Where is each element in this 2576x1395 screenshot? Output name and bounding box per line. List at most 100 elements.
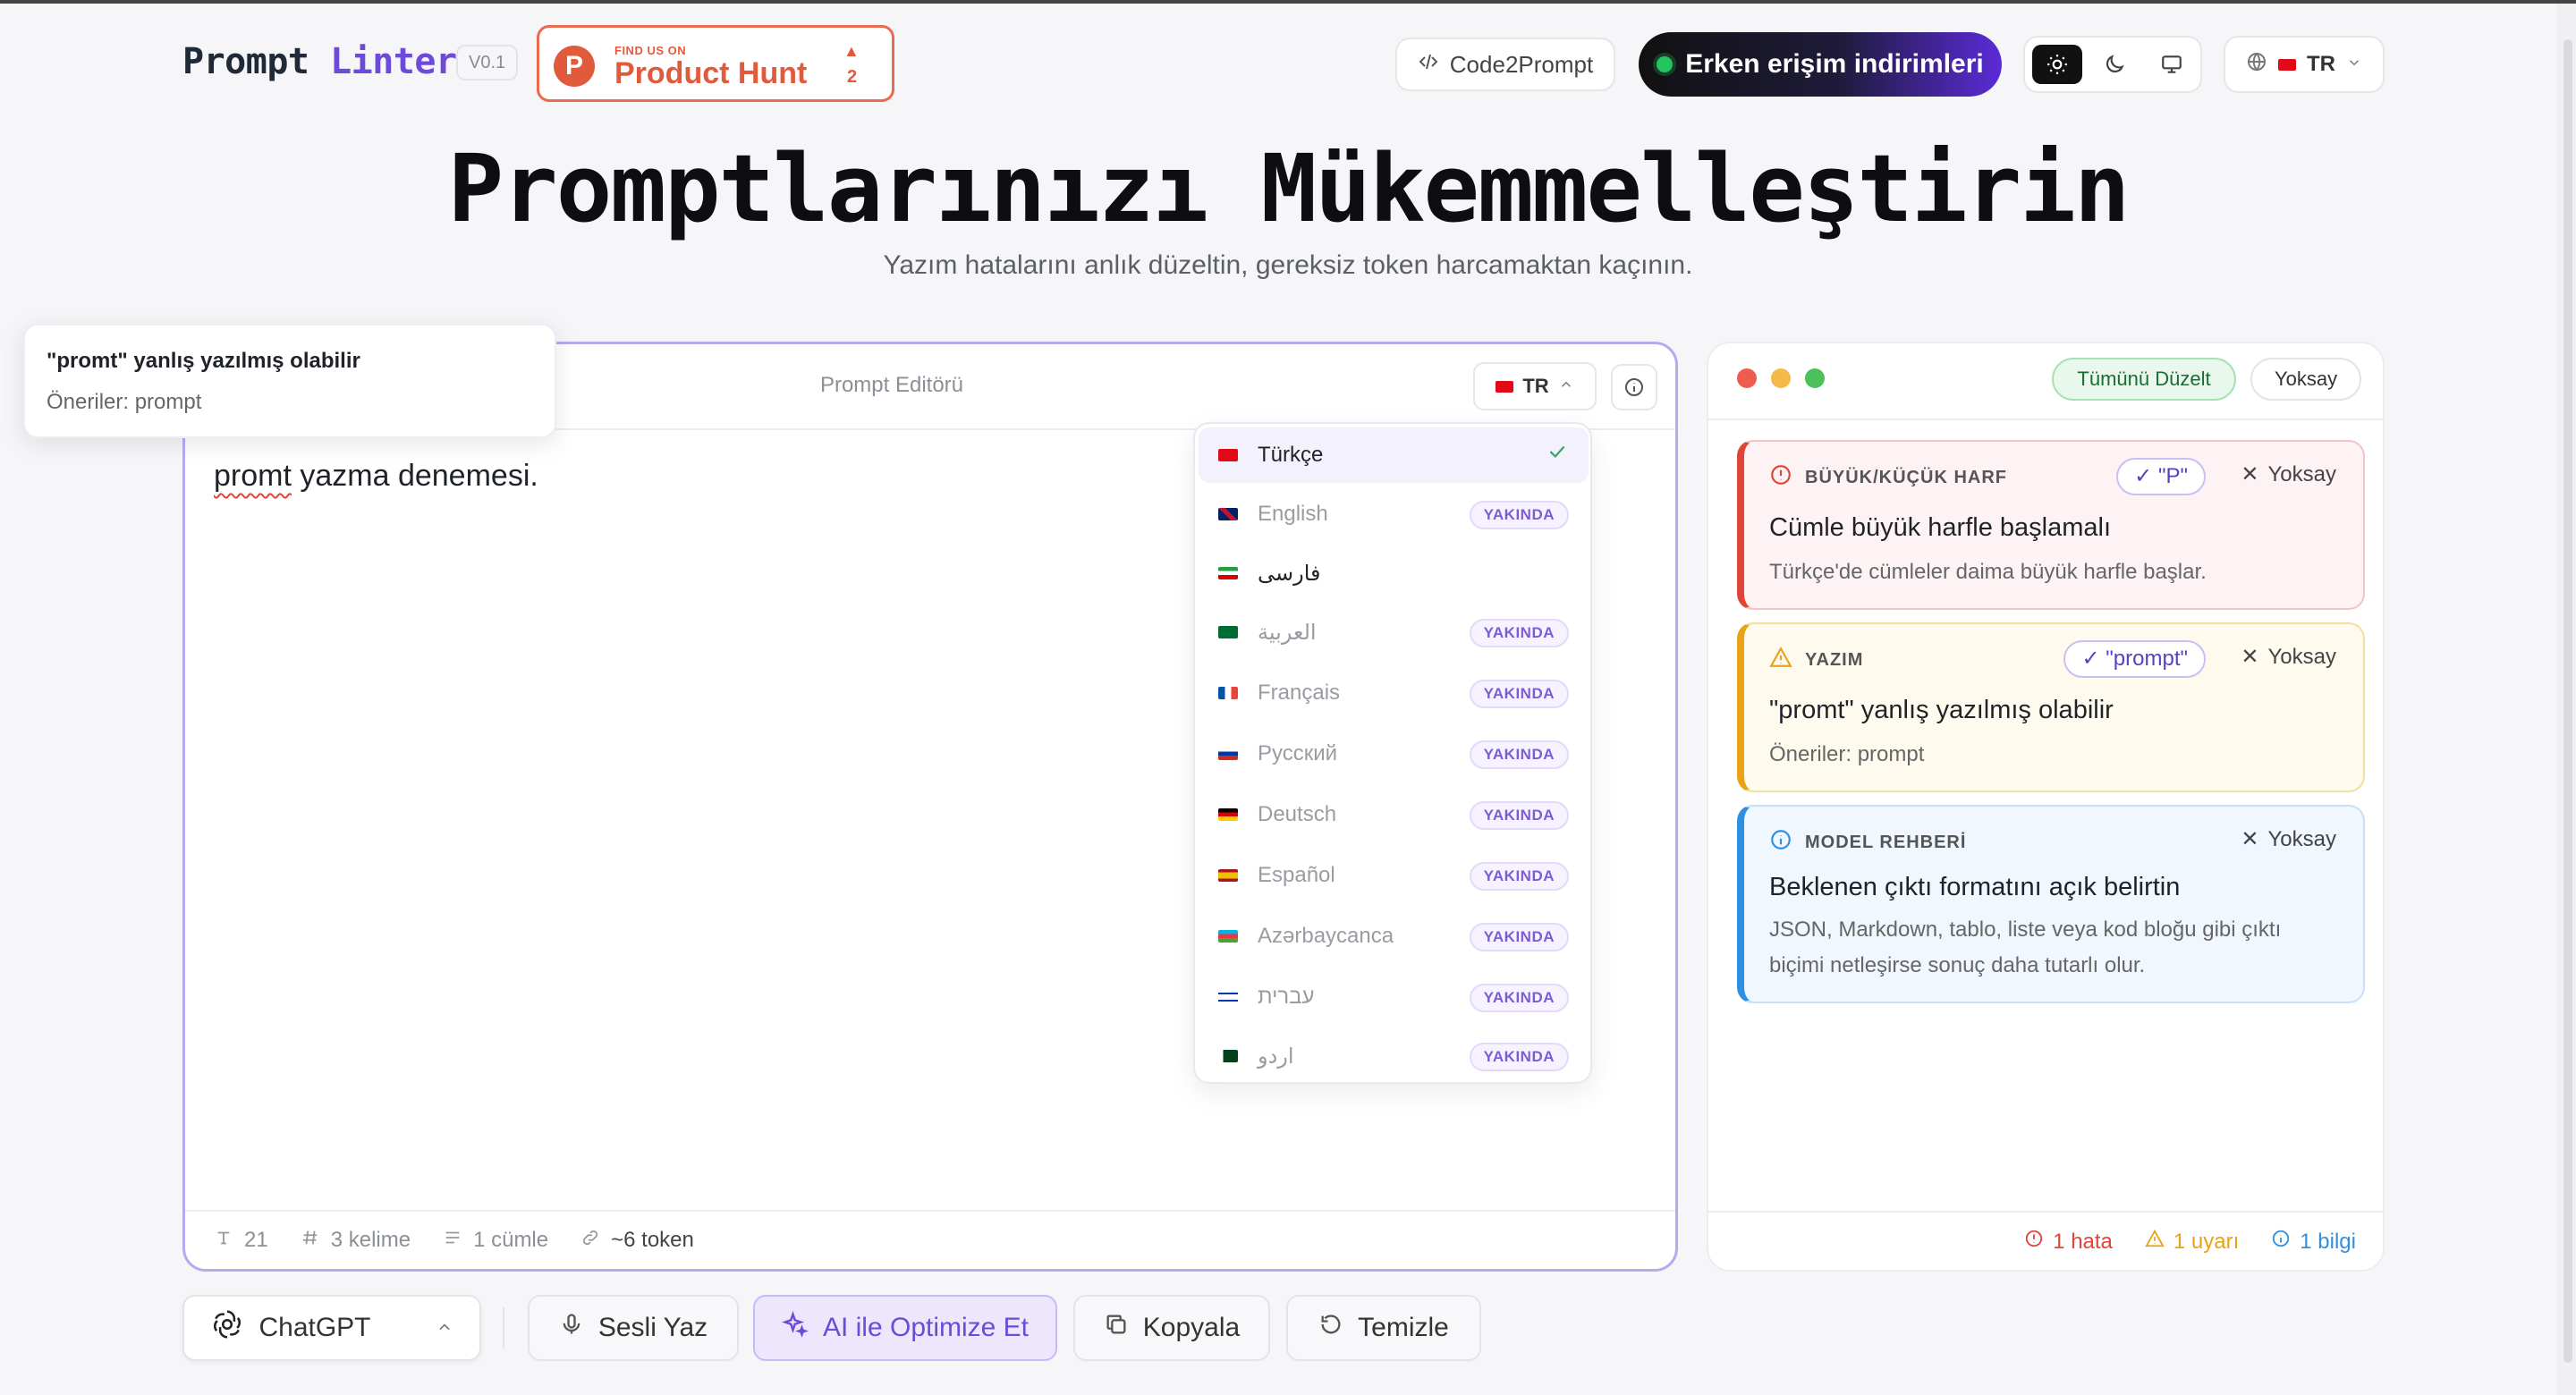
issue-category: BÜYÜK/KÜÇÜK HARF — [1769, 463, 2007, 492]
tooltip-suggestion[interactable]: Öneriler: prompt — [47, 390, 201, 415]
product-hunt-badge[interactable]: P FIND US ON Product Hunt ▲ 2 — [537, 25, 894, 102]
language-option-label: Azərbaycanca — [1258, 924, 1394, 948]
germany-flag-icon — [1218, 808, 1238, 821]
issue-title: Beklenen çıktı formatını açık belirtin — [1769, 873, 2181, 901]
warning-count[interactable]: 1 uyarı — [2145, 1229, 2239, 1255]
char-count-value: 21 — [244, 1228, 268, 1252]
reset-icon — [1318, 1312, 1343, 1344]
token-count-value: ~6 token — [611, 1228, 694, 1252]
language-option-ru[interactable]: Русский YAKINDA — [1199, 726, 1589, 782]
apply-fix-button[interactable]: ✓ "prompt" — [2063, 640, 2206, 678]
editor-stats: 21 3 kelime 1 cümle ~6 token — [185, 1210, 1675, 1269]
apply-fix-button[interactable]: ✓ "P" — [2116, 458, 2206, 495]
coming-soon-badge: YAKINDA — [1469, 862, 1569, 891]
warning-triangle-icon — [2145, 1229, 2165, 1255]
early-access-label: Erken erişim indirimleri — [1685, 49, 1984, 79]
ignore-all-button[interactable]: Yoksay — [2250, 358, 2361, 401]
sparkles-icon — [781, 1310, 809, 1345]
sun-icon[interactable] — [2032, 45, 2082, 84]
text-icon — [214, 1228, 233, 1254]
voice-input-button[interactable]: Sesli Yaz — [528, 1295, 739, 1361]
language-option-ur[interactable]: اردو YAKINDA — [1199, 1028, 1589, 1082]
warning-count-label: 1 uyarı — [2173, 1229, 2240, 1254]
maximize-dot-icon — [1805, 368, 1825, 388]
alert-circle-icon — [1769, 463, 1792, 492]
microphone-icon — [559, 1312, 584, 1344]
fix-value: "prompt" — [2106, 647, 2188, 671]
coming-soon-badge: YAKINDA — [1469, 1043, 1569, 1071]
site-language-select[interactable]: TR — [2224, 36, 2385, 93]
ignore-issue-button[interactable]: ✕ Yoksay — [2241, 644, 2336, 670]
ignore-issue-button[interactable]: ✕ Yoksay — [2241, 461, 2336, 487]
char-count: 21 — [214, 1228, 268, 1254]
results-footer: 1 hata 1 uyarı 1 bilgi — [1708, 1211, 2383, 1270]
issue-category: YAZIM — [1769, 646, 1863, 674]
ph-vote-count: 2 — [847, 67, 858, 87]
language-option-label: العربية — [1258, 620, 1317, 645]
language-option-ar[interactable]: العربية YAKINDA — [1199, 604, 1589, 660]
word-count: 3 kelime — [301, 1228, 411, 1254]
ignore-label: Yoksay — [2267, 826, 2337, 851]
word-count-value: 3 kelime — [330, 1228, 411, 1252]
info-count[interactable]: 1 bilgi — [2271, 1229, 2356, 1255]
copy-button[interactable]: Kopyala — [1073, 1295, 1270, 1361]
language-option-de[interactable]: Deutsch YAKINDA — [1199, 787, 1589, 842]
info-icon[interactable] — [1611, 364, 1657, 410]
moon-icon[interactable] — [2089, 45, 2140, 84]
language-option-az[interactable]: Azərbaycanca YAKINDA — [1199, 909, 1589, 964]
live-dot-icon — [1657, 56, 1674, 72]
chevron-up-icon — [1558, 375, 1574, 398]
sentence-count: 1 cümle — [443, 1228, 548, 1254]
chevron-down-icon — [2346, 52, 2362, 77]
chevron-up-icon — [436, 1313, 453, 1343]
language-option-es[interactable]: Español YAKINDA — [1199, 848, 1589, 903]
warning-triangle-icon — [1769, 646, 1792, 674]
openai-icon — [210, 1307, 244, 1348]
lines-icon — [443, 1228, 462, 1254]
ai-optimize-button[interactable]: AI ile Optimize Et — [753, 1295, 1057, 1361]
error-count[interactable]: 1 hata — [2024, 1229, 2113, 1255]
issue-description: Öneriler: prompt — [1769, 742, 1925, 766]
clear-label: Temizle — [1358, 1313, 1449, 1342]
monitor-icon[interactable] — [2147, 45, 2197, 84]
link-icon — [580, 1228, 600, 1254]
code2prompt-button[interactable]: Code2Prompt — [1395, 38, 1615, 91]
minimize-dot-icon — [1771, 368, 1791, 388]
divider — [1708, 418, 2383, 420]
issue-card-model-guide: MODEL REHBERİ ✕ Yoksay Beklenen çıktı for… — [1737, 805, 2365, 1003]
language-option-he[interactable]: עברית YAKINDA — [1199, 969, 1589, 1025]
editor-language-select[interactable]: TR — [1473, 362, 1597, 410]
language-option-label: Español — [1258, 863, 1335, 887]
hash-icon — [301, 1228, 320, 1254]
language-option-fa[interactable]: فارسی — [1199, 545, 1589, 601]
clear-button[interactable]: Temizle — [1286, 1295, 1481, 1361]
model-select[interactable]: ChatGPT — [182, 1295, 481, 1361]
fix-all-button[interactable]: Tümünü Düzelt — [2052, 358, 2236, 401]
fix-value: "P" — [2157, 464, 2188, 488]
language-option-tr[interactable]: Türkçe — [1199, 427, 1589, 483]
saudi-flag-icon — [1218, 626, 1238, 638]
language-option-label: Türkçe — [1258, 443, 1324, 467]
turkey-flag-icon — [1218, 449, 1238, 461]
issue-title: Cümle büyük harfle başlamalı — [1769, 513, 2112, 542]
theme-switcher — [2023, 36, 2202, 93]
token-count: ~6 token — [580, 1228, 694, 1254]
coming-soon-badge: YAKINDA — [1469, 923, 1569, 951]
coming-soon-badge: YAKINDA — [1469, 680, 1569, 708]
early-access-button[interactable]: Erken erişim indirimleri — [1639, 32, 2002, 97]
ignore-issue-button[interactable]: ✕ Yoksay — [2241, 826, 2336, 852]
logo-text-linter: Linter — [330, 41, 457, 82]
toolbar-divider — [503, 1307, 504, 1348]
language-option-label: Deutsch — [1258, 802, 1337, 826]
info-count-label: 1 bilgi — [2300, 1229, 2356, 1254]
language-option-fr[interactable]: Français YAKINDA — [1199, 665, 1589, 721]
misspelled-word[interactable]: promt — [214, 459, 292, 493]
editor-textarea[interactable]: promt yazma denemesi. — [214, 459, 538, 494]
close-icon: ✕ — [2241, 827, 2259, 851]
russia-flag-icon — [1218, 748, 1238, 760]
app-logo[interactable]: Prompt Linter — [182, 41, 457, 82]
issue-category-label: BÜYÜK/KÜÇÜK HARF — [1805, 467, 2007, 487]
language-option-en[interactable]: English YAKINDA — [1199, 486, 1589, 542]
alert-circle-icon — [2024, 1229, 2044, 1255]
close-icon: ✕ — [2241, 462, 2259, 486]
